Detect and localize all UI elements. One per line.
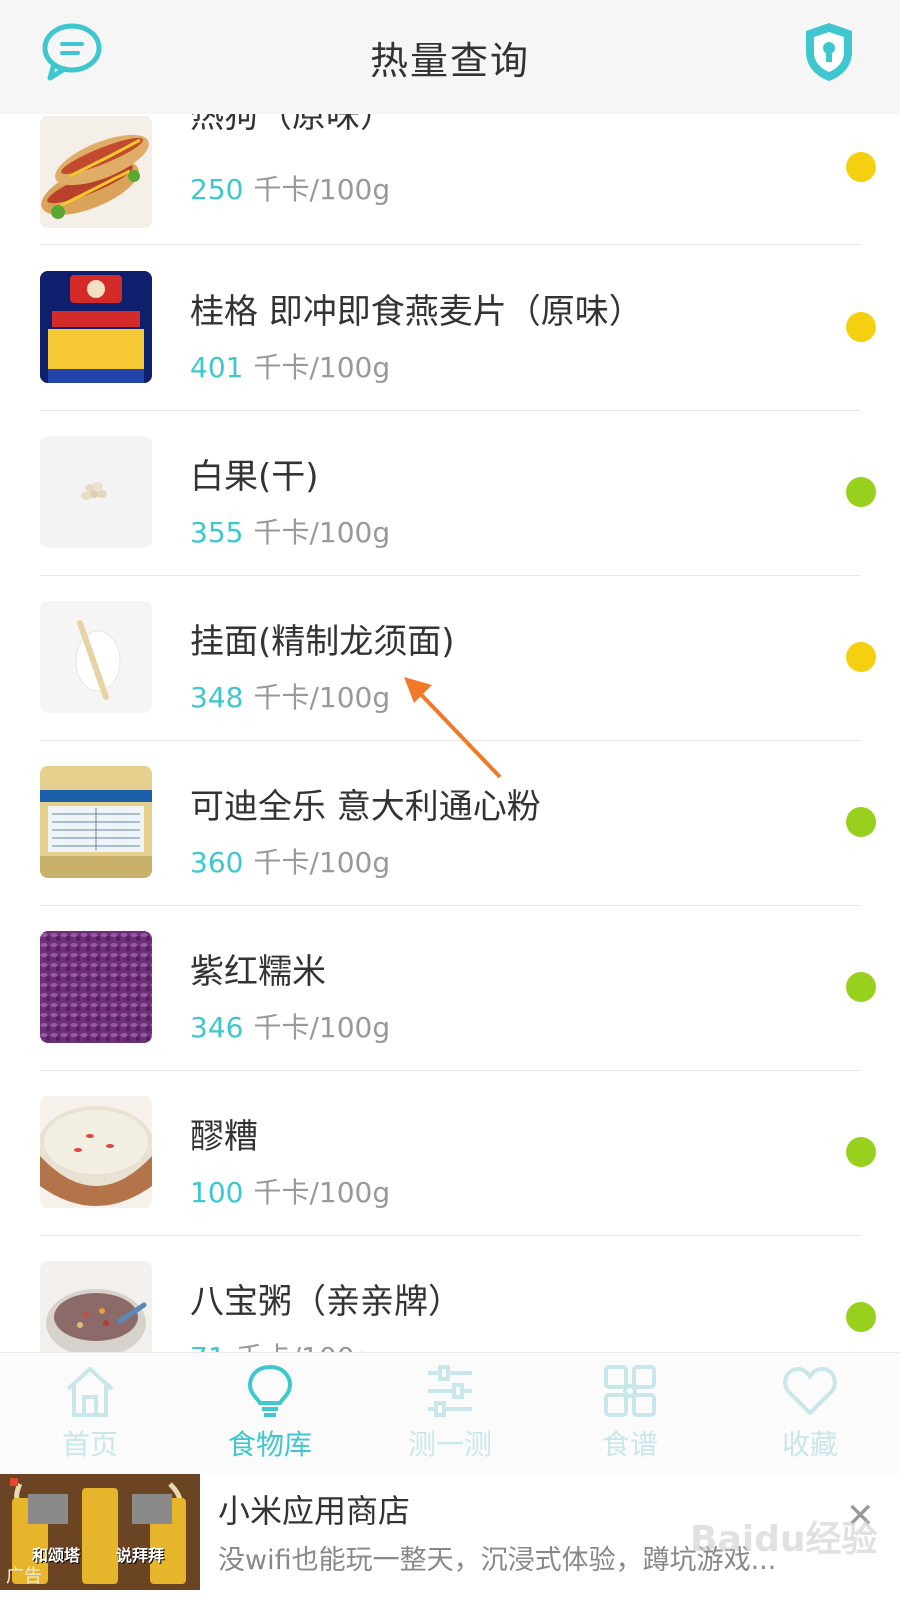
food-calories: 250 千卡/100g xyxy=(190,168,390,208)
calorie-level-dot xyxy=(846,477,876,507)
nav-recipes[interactable]: 食谱 xyxy=(540,1363,720,1473)
calorie-level-dot xyxy=(846,642,876,672)
calorie-unit: 千卡/100g xyxy=(253,1011,391,1044)
food-calories: 348 千卡/100g xyxy=(190,676,390,716)
calorie-level-dot xyxy=(846,1302,876,1332)
calorie-unit: 千卡/100g xyxy=(253,351,391,384)
food-calories: 346 千卡/100g xyxy=(190,1006,390,1046)
list-item[interactable]: 八宝粥（亲亲牌） 71 千卡/100g xyxy=(0,1236,900,1352)
food-name: 紫红糯米 xyxy=(190,952,326,992)
food-calories: 401 千卡/100g xyxy=(190,346,390,386)
food-name: 可迪全乐 意大利通心粉 xyxy=(190,787,541,827)
calorie-value: 346 xyxy=(190,1011,244,1044)
app-header: 热量查询 xyxy=(0,0,900,114)
food-thumbnail xyxy=(40,601,152,713)
calorie-level-dot xyxy=(846,807,876,837)
list-item[interactable]: 热狗（原味） 250 千卡/100g xyxy=(0,114,900,249)
calorie-value: 360 xyxy=(190,846,244,879)
calorie-value: 348 xyxy=(190,681,244,714)
calorie-value: 355 xyxy=(190,516,244,549)
nav-label: 食谱 xyxy=(601,1428,658,1461)
lightbulb-icon xyxy=(247,1364,293,1417)
nav-test[interactable]: 测一测 xyxy=(360,1363,540,1473)
sliders-icon xyxy=(428,1365,472,1417)
ad-title[interactable]: 小米应用商店 xyxy=(218,1486,410,1532)
list-item[interactable]: 紫红糯米 346 千卡/100g xyxy=(0,906,900,1071)
food-calories: 360 千卡/100g xyxy=(190,841,390,881)
food-list[interactable]: 热狗（原味） 250 千卡/100g 桂格 即冲即食燕麦片（原味） 401 千卡/1… xyxy=(0,114,900,1352)
food-name: 挂面(精制龙须面) xyxy=(190,622,455,662)
list-item[interactable]: 醪糟 100 千卡/100g xyxy=(0,1071,900,1236)
shield-lock-icon[interactable] xyxy=(802,20,856,84)
calorie-value: 71 xyxy=(190,1341,226,1352)
nav-label: 收藏 xyxy=(781,1428,838,1461)
calorie-unit: 千卡/100g xyxy=(253,681,391,714)
food-thumbnail xyxy=(40,931,152,1043)
page-title: 热量查询 xyxy=(369,39,530,83)
calorie-value: 401 xyxy=(190,351,244,384)
calorie-value: 100 xyxy=(190,1176,244,1209)
food-thumbnail xyxy=(40,766,152,878)
calorie-level-dot xyxy=(846,312,876,342)
food-name: 热狗（原味） xyxy=(190,114,394,136)
nav-label: 食物库 xyxy=(227,1428,312,1461)
food-thumbnail xyxy=(40,116,152,228)
calorie-unit: 千卡/100g xyxy=(253,516,391,549)
list-item[interactable]: 白果(干) 355 千卡/100g xyxy=(0,411,900,576)
food-name: 醪糟 xyxy=(190,1117,258,1157)
bottom-nav: 首页 食物库 测一测 食谱 收藏 xyxy=(0,1352,900,1475)
list-item[interactable]: 桂格 即冲即食燕麦片（原味） 401 千卡/100g xyxy=(0,246,900,411)
calorie-level-dot xyxy=(846,152,876,182)
food-calories: 355 千卡/100g xyxy=(190,511,390,551)
food-calories: 100 千卡/100g xyxy=(190,1171,390,1211)
calorie-value: 250 xyxy=(190,173,244,206)
divider xyxy=(40,244,860,245)
ad-tag: 广告 xyxy=(6,1566,42,1587)
watermark: Baidu经验 xyxy=(690,1519,878,1560)
nav-favorites[interactable]: 收藏 xyxy=(720,1363,900,1473)
nav-home[interactable]: 首页 xyxy=(0,1363,180,1473)
ad-image[interactable]: 和颂塔 说拜拜 广告 xyxy=(0,1474,200,1590)
food-name: 白果(干) xyxy=(190,457,319,497)
calorie-unit: 千卡/100g xyxy=(253,1176,391,1209)
nav-label: 首页 xyxy=(61,1428,118,1461)
heart-icon xyxy=(783,1367,837,1415)
food-name: 八宝粥（亲亲牌） xyxy=(190,1282,462,1322)
food-name: 桂格 即冲即食燕麦片（原味） xyxy=(190,292,643,332)
food-thumbnail xyxy=(40,1096,152,1208)
food-thumbnail xyxy=(40,1261,152,1352)
nav-food-library[interactable]: 食物库 xyxy=(180,1363,360,1473)
annotation-arrow xyxy=(404,677,502,779)
home-icon xyxy=(66,1367,114,1417)
calorie-level-dot xyxy=(846,1137,876,1167)
calorie-unit: 千卡/100g xyxy=(253,173,391,206)
food-thumbnail xyxy=(40,436,152,548)
calorie-unit: 千卡/100g xyxy=(253,846,391,879)
calorie-level-dot xyxy=(846,972,876,1002)
grid-icon xyxy=(604,1365,656,1417)
food-calories: 71 千卡/100g xyxy=(190,1336,372,1352)
food-thumbnail xyxy=(40,271,152,383)
ad-image-text-right: 说拜拜 xyxy=(116,1546,165,1565)
nav-label: 测一测 xyxy=(407,1428,492,1461)
calorie-unit: 千卡/100g xyxy=(236,1341,373,1352)
